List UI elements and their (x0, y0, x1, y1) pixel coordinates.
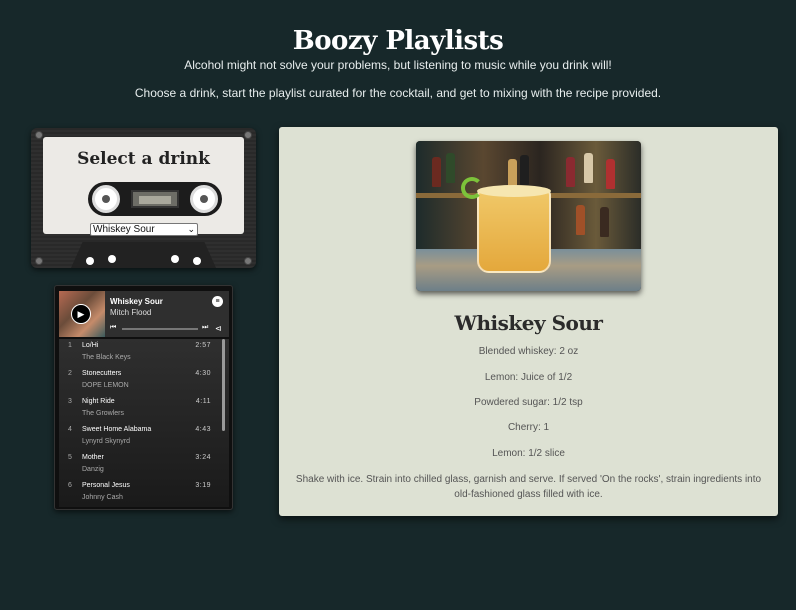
recipe-panel: Whiskey Sour Blended whiskey: 2 oz Lemon… (279, 127, 778, 516)
lime-garnish (461, 177, 483, 199)
bottle (432, 157, 441, 187)
track-artist: The Black Keys (82, 354, 131, 361)
reel-icon (92, 185, 120, 213)
track-duration: 4:43 (195, 426, 211, 433)
bottle (576, 205, 585, 235)
track-number: 3 (68, 398, 72, 405)
cassette-hole (108, 255, 116, 263)
page-title: Boozy Playlists (292, 26, 504, 56)
track-scrollbar[interactable] (222, 339, 225, 431)
track-artist: Danzig (82, 466, 104, 473)
player-header: ▶ Whiskey Sour Mitch Flood ≡ ⏮ ⏭ ⊲ (59, 291, 229, 337)
spotify-player: ▶ Whiskey Sour Mitch Flood ≡ ⏮ ⏭ ⊲ 1 Lo/… (54, 285, 233, 510)
screw-icon (35, 131, 43, 139)
playlist-owner: Mitch Flood (110, 308, 152, 317)
cassette-hole (171, 255, 179, 263)
chevron-down-icon: ⌄ (187, 224, 195, 234)
track-number: 1 (68, 342, 72, 349)
recipe-instructions: Shake with ice. Strain into chilled glas… (295, 474, 762, 500)
cassette-reels (88, 182, 222, 216)
track-artist: Lynyrd Skynyrd (82, 438, 130, 445)
spotify-icon[interactable]: ≡ (212, 296, 223, 307)
track-name: Night Ride (82, 398, 115, 405)
recipe-title: Whiskey Sour (454, 311, 603, 335)
page-instructions: Choose a drink, start the playlist curat… (134, 86, 662, 100)
track-number: 6 (68, 482, 72, 489)
track-number: 4 (68, 426, 72, 433)
ingredient-item: Powdered sugar: 1/2 tsp (474, 397, 583, 408)
bottle (446, 153, 455, 183)
playlist-title: Whiskey Sour (110, 297, 163, 306)
bottle (520, 155, 529, 185)
track-name: Personal Jesus (82, 482, 130, 489)
bottle (600, 207, 609, 237)
cocktail-photo (416, 141, 641, 291)
track-row[interactable]: 5 Mother Danzig 3:24 (59, 451, 219, 479)
page-subtitle: Alcohol might not solve your problems, b… (184, 58, 612, 72)
next-icon[interactable]: ⏭ (202, 324, 208, 332)
cocktail-foam (477, 185, 551, 197)
track-row[interactable]: 4 Sweet Home Alabama Lynyrd Skynyrd 4:43 (59, 423, 219, 451)
track-name: Stonecutters (82, 370, 122, 377)
reel-icon (190, 185, 218, 213)
drink-select[interactable]: Whiskey Sour ⌄ (90, 223, 198, 236)
track-duration: 4:11 (195, 398, 211, 405)
selector-title: Select a drink (77, 149, 210, 169)
track-duration: 4:30 (195, 370, 211, 377)
screw-icon (244, 257, 252, 265)
track-row[interactable]: 3 Night Ride The Growlers 4:11 (59, 395, 219, 423)
track-duration: 3:24 (195, 454, 211, 461)
cocktail-glass (477, 189, 551, 273)
play-button[interactable]: ▶ (71, 304, 91, 324)
cassette-hole (86, 257, 94, 265)
track-row[interactable]: 6 Personal Jesus Johnny Cash 3:19 (59, 479, 219, 507)
track-list: 1 Lo/Hi The Black Keys 2:57 2 Stonecutte… (59, 339, 229, 507)
bottle (584, 153, 593, 183)
bottle (606, 159, 615, 189)
cassette-label: Select a drink Whiskey Sour ⌄ (43, 137, 244, 236)
track-number: 5 (68, 454, 72, 461)
track-row[interactable]: 2 Stonecutters DOPE LEMON 4:30 (59, 367, 219, 395)
track-duration: 3:19 (195, 482, 211, 489)
tape-window (131, 190, 179, 208)
progress-bar[interactable] (122, 328, 198, 330)
track-artist: Johnny Cash (82, 494, 123, 501)
track-name: Lo/Hi (82, 342, 99, 349)
ingredient-item: Lemon: Juice of 1/2 (484, 372, 573, 383)
cassette-selector: Select a drink Whiskey Sour ⌄ (31, 128, 256, 268)
track-number: 2 (68, 370, 72, 377)
playlist-cover: ▶ (59, 291, 105, 337)
ingredient-item: Lemon: 1/2 slice (492, 448, 565, 459)
screw-icon (244, 131, 252, 139)
track-row[interactable]: 1 Lo/Hi The Black Keys 2:57 (59, 339, 219, 367)
cassette-hole (193, 257, 201, 265)
previous-icon[interactable]: ⏮ (110, 324, 116, 332)
track-name: Mother (82, 454, 104, 461)
bottle (566, 157, 575, 187)
ingredient-item: Cherry: 1 (507, 422, 550, 433)
track-artist: DOPE LEMON (82, 382, 129, 389)
ingredient-item: Blended whiskey: 2 oz (478, 346, 579, 357)
player-controls: ⏮ ⏭ ⊲ (110, 324, 225, 334)
page-header: Boozy Playlists Alcohol might not solve … (0, 24, 796, 100)
share-icon[interactable]: ⊲ (215, 324, 222, 333)
track-name: Sweet Home Alabama (82, 426, 152, 433)
drink-select-value: Whiskey Sour (93, 224, 155, 235)
track-duration: 2:57 (195, 342, 211, 349)
screw-icon (35, 257, 43, 265)
track-artist: The Growlers (82, 410, 125, 417)
